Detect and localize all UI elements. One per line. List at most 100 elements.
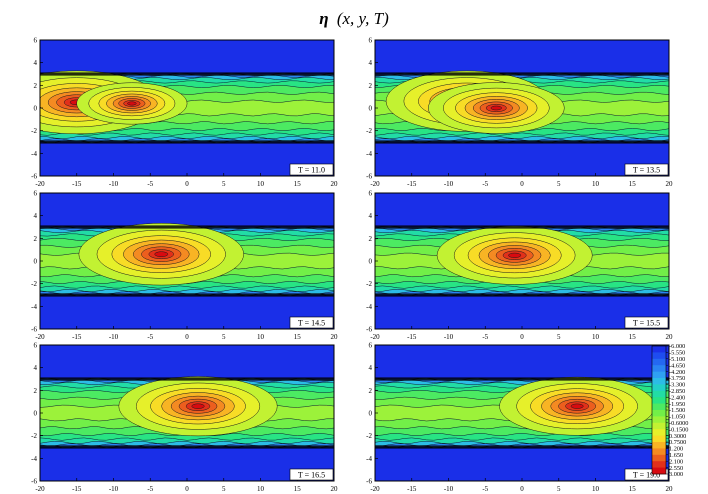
legend-swatch [652,384,666,392]
legend-swatch [652,352,666,360]
y-tick-label: 6 [369,342,373,350]
x-tick-label: 20 [331,485,339,493]
peak-contour [570,403,584,409]
x-tick-label: -10 [109,485,119,493]
x-tick-label: -5 [482,180,488,188]
y-tick-label: -2 [366,432,372,440]
plot-area [40,40,334,176]
y-tick-label: -2 [366,127,372,135]
contour-panel-1: -20 -15 -10 -5 0 5 10 15 20-6-4-20246T = 11.0 [31,37,339,189]
color-legend: -6.000-5.550-5.100-4.650-4.200-3.750-3.3… [651,343,688,478]
legend-swatch [652,371,666,379]
x-tick-label: 0 [520,485,524,493]
y-tick-label: 4 [34,59,38,67]
x-tick-label: -15 [72,180,82,188]
x-tick-label: -15 [407,485,417,493]
x-tick-label: 5 [557,333,561,341]
plot-area [40,345,334,481]
x-tick-label: -20 [370,333,380,341]
x-tick-label: -20 [370,485,380,493]
legend-swatch [652,429,666,436]
legend-swatch [652,358,666,366]
x-tick-label: 5 [222,485,226,493]
x-tick-label: 15 [294,333,302,341]
x-tick-label: -10 [109,333,119,341]
title-args: (x, y, T) [337,9,389,28]
x-tick-label: -10 [109,180,119,188]
x-tick-label: 15 [294,180,302,188]
x-tick-label: 20 [331,333,339,341]
y-tick-label: 4 [369,212,373,220]
x-tick-label: -15 [72,333,82,341]
peak-contour [127,101,137,106]
x-tick-label: -15 [407,180,417,188]
y-tick-label: 0 [34,410,38,418]
y-tick-label: -2 [366,280,372,288]
y-tick-label: -6 [366,173,372,181]
peak-contour [154,251,169,257]
x-tick-label: 5 [222,333,226,341]
plot-area [375,40,669,176]
figure-title: η (x, y, T) [319,9,389,28]
legend-swatch [652,416,666,424]
legend-swatch [652,467,666,475]
y-tick-label: -4 [366,150,372,158]
x-tick-label: 0 [185,333,189,341]
y-tick-label: -4 [31,303,37,311]
x-tick-label: 20 [666,180,674,188]
y-tick-label: -6 [31,326,37,334]
x-tick-label: -20 [35,180,45,188]
y-tick-label: -2 [31,432,37,440]
legend-swatch [652,397,666,404]
x-tick-label: 20 [331,180,339,188]
contour-panel-3: -20 -15 -10 -5 0 5 10 15 20-6-4-20246T = 14.5 [31,190,338,342]
time-label: T = 13.5 [633,166,660,175]
legend-swatch [652,422,666,430]
y-tick-label: 2 [369,235,373,243]
legend-swatch [652,442,666,449]
y-tick-label: -6 [366,326,372,334]
y-tick-label: 2 [34,387,38,395]
y-tick-label: -6 [31,173,37,181]
y-tick-label: -2 [31,280,37,288]
legend-swatch [652,435,666,443]
x-tick-label: 20 [666,485,674,493]
x-tick-label: 0 [520,333,524,341]
x-tick-label: -5 [147,333,153,341]
legend-swatch [652,454,666,462]
peak-contour [490,105,502,111]
x-tick-label: 5 [557,485,561,493]
x-tick-label: 15 [629,180,637,188]
x-tick-label: -10 [444,180,454,188]
y-tick-label: 4 [34,364,38,372]
panels-group: -20 -15 -10 -5 0 5 10 15 20-6-4-20246T = 11.0-20… [31,37,674,494]
x-tick-label: -20 [35,485,45,493]
x-tick-label: 10 [592,485,600,493]
x-tick-label: -5 [147,485,153,493]
x-tick-label: -10 [444,333,454,341]
peak-contour [508,252,522,258]
legend-swatch [652,365,666,372]
legend-level-label: 3.000 [669,471,683,478]
x-tick-label: 5 [557,180,561,188]
y-tick-label: 6 [34,342,38,350]
x-tick-label: -10 [444,485,454,493]
y-tick-label: 0 [369,105,373,113]
y-tick-label: -6 [366,478,372,486]
y-tick-label: 2 [34,235,38,243]
x-tick-label: -5 [482,333,488,341]
y-tick-label: -4 [366,303,372,311]
y-tick-label: 4 [369,59,373,67]
contour-panel-5: -20 -15 -10 -5 0 5 10 15 20-6-4-20246T = 16.5 [31,342,338,494]
x-tick-label: 20 [666,333,674,341]
legend-swatch [652,378,666,385]
y-tick-label: 4 [369,364,373,372]
x-tick-label: 10 [257,333,265,341]
time-label: T = 16.5 [298,471,325,480]
plot-area [375,193,669,329]
legend-swatch [652,346,666,353]
y-tick-label: 6 [34,37,38,45]
x-tick-label: -5 [482,485,488,493]
x-tick-label: 0 [185,485,189,493]
x-tick-label: 15 [629,485,637,493]
